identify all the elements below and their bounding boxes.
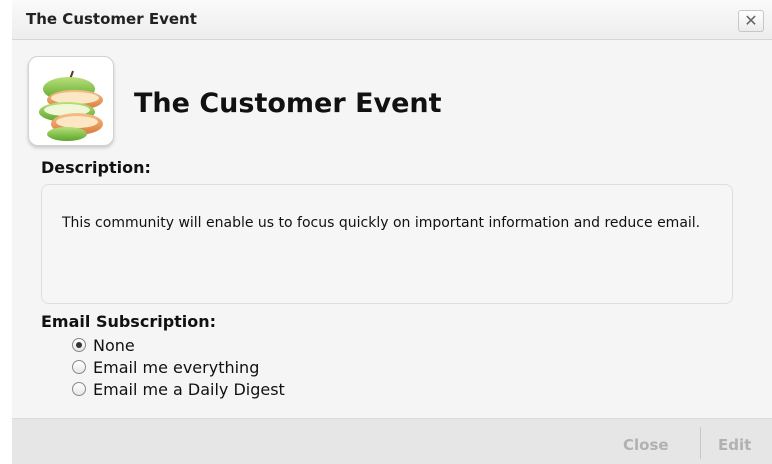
community-dialog: The Customer Event ✕ The Customer Event … (12, 0, 772, 464)
community-logo (28, 56, 114, 146)
sliced-apple-icon (39, 70, 103, 141)
footer-divider (700, 427, 701, 459)
description-box: This community will enable us to focus q… (41, 184, 733, 304)
email-subscription-label: Email Subscription: (41, 312, 217, 331)
radio-label-daily-digest: Email me a Daily Digest (93, 379, 285, 399)
radio-option-none[interactable]: None (72, 334, 472, 356)
close-icon[interactable]: ✕ (738, 10, 764, 32)
email-subscription-options: None Email me everything Email me a Dail… (72, 334, 472, 400)
radio-button-everything[interactable] (72, 360, 86, 374)
dialog-title: The Customer Event (26, 10, 197, 28)
radio-button-none[interactable] (72, 338, 86, 352)
community-name: The Customer Event (134, 88, 442, 119)
description-text: This community will enable us to focus q… (62, 215, 701, 231)
radio-option-daily-digest[interactable]: Email me a Daily Digest (72, 378, 472, 400)
edit-button[interactable]: Edit (718, 436, 751, 454)
dialog-titlebar: The Customer Event ✕ (12, 0, 772, 40)
radio-label-none: None (93, 335, 135, 355)
description-label: Description: (41, 158, 151, 177)
close-button[interactable]: Close (623, 436, 669, 454)
radio-option-everything[interactable]: Email me everything (72, 356, 472, 378)
dialog-footer: Close Edit (12, 418, 772, 464)
radio-label-everything: Email me everything (93, 357, 260, 377)
radio-button-daily-digest[interactable] (72, 382, 86, 396)
